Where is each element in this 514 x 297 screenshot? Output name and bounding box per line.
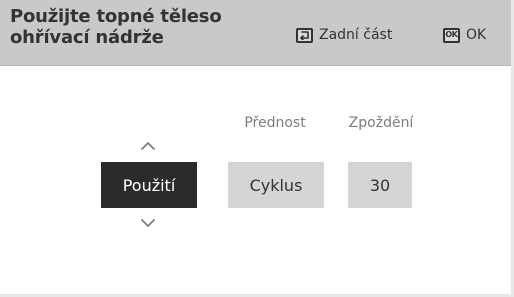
back-arrow-icon [296, 27, 313, 43]
header-bar: Použijte topné těleso ohřívací nádrže Za… [0, 0, 511, 66]
delay-value-field[interactable]: 30 [348, 162, 412, 208]
page-title: Použijte topné těleso ohřívací nádrže [10, 6, 222, 48]
use-option-selected[interactable]: Použití [101, 162, 197, 208]
heater-setting-screen: Použijte topné těleso ohřívací nádrže Za… [0, 0, 514, 297]
chevron-up-icon[interactable] [137, 138, 159, 152]
preference-label: Přednost [244, 115, 306, 131]
ok-button-label: OK [466, 27, 487, 43]
back-button-label: Zadní část [319, 27, 393, 43]
ok-button[interactable]: OK OK [443, 25, 486, 45]
ok-icon-text: OK [445, 30, 458, 39]
back-button[interactable]: Zadní část [296, 25, 392, 45]
delay-label: Zpoždění [348, 115, 414, 131]
ok-icon: OK [443, 27, 460, 43]
chevron-down-icon[interactable] [137, 215, 159, 229]
preference-value-field[interactable]: Cyklus [228, 162, 324, 208]
